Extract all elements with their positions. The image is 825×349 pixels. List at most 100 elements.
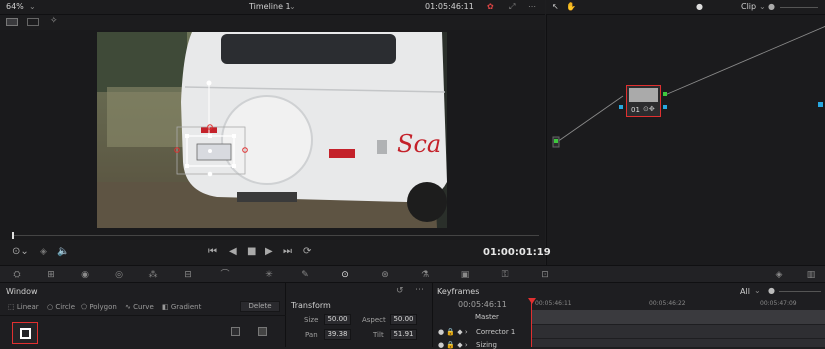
rgb-mixer-icon[interactable]: ⊟ [181, 269, 195, 281]
filter-chevron-icon[interactable]: ⌄ [754, 286, 761, 295]
size-field[interactable]: 50.00 [324, 314, 351, 325]
node-editor[interactable]: 01 ⊙✥ [546, 15, 825, 265]
corrector-track-lane[interactable] [531, 325, 825, 338]
corrector-node[interactable]: 01 ⊙✥ [626, 85, 661, 117]
node-zoom-handle-icon[interactable]: ● [768, 2, 775, 11]
ruler-mark-3: 00:05:47:09 [760, 300, 797, 307]
linear-window-shape-icon [20, 328, 31, 339]
keyframe-zoom-handle-icon[interactable]: ● [768, 286, 775, 295]
stop-icon[interactable]: ■ [247, 246, 256, 257]
window-mask-toggle[interactable] [258, 327, 267, 336]
pan-label: Pan [305, 331, 318, 339]
zoom-level[interactable]: 64% [6, 2, 24, 11]
delete-button[interactable]: Delete [240, 301, 280, 312]
color-match-icon[interactable]: ⊞ [44, 269, 58, 281]
camera-raw-icon[interactable]: ⛭ [10, 269, 24, 281]
magic-mask-icon[interactable]: ⚗ [418, 269, 432, 281]
hand-tool-icon[interactable]: ✋ [566, 2, 576, 11]
node-output-key[interactable] [663, 105, 667, 109]
keyframe-playhead-marker-icon[interactable] [528, 298, 536, 304]
linear-icon: ⬚ [8, 303, 15, 311]
polygon-icon: ⬠ [81, 303, 88, 311]
gradient-window-button[interactable]: ◧ Gradient [162, 303, 201, 311]
keyframes-title: Keyframes [437, 287, 480, 296]
node-output-rgb[interactable] [663, 92, 667, 96]
transform-title: Transform [291, 301, 331, 310]
node-mode-label[interactable]: Clip [741, 2, 756, 11]
gallery-icon[interactable] [27, 18, 39, 26]
power-window-overlay[interactable] [97, 32, 447, 228]
sizing-icon[interactable]: ⊡ [538, 269, 552, 281]
primaries-icon[interactable]: ◎ [112, 269, 126, 281]
pointer-tool-icon[interactable]: ↖ [552, 2, 559, 11]
window-invert-toggle[interactable] [231, 327, 240, 336]
circle-window-button[interactable]: ○ Circle [47, 303, 75, 311]
audio-icon[interactable]: 🔈 [57, 246, 69, 257]
scopes-icon[interactable]: ▥ [804, 269, 818, 281]
window-overlay-icon[interactable]: ⊙⌄ [12, 246, 29, 257]
gradient-icon: ◧ [162, 303, 169, 311]
aspect-field[interactable]: 50.00 [390, 314, 417, 325]
playhead-timecode: 01:00:01:19 [483, 247, 551, 258]
blur-icon[interactable]: ▣ [458, 269, 472, 281]
curve-icon: ∿ [125, 303, 131, 311]
keyframes-filter[interactable]: All [740, 287, 750, 296]
reset-icon[interactable]: ↺ [396, 286, 404, 296]
play-reverse-icon[interactable]: ◀ [229, 246, 237, 257]
keyframe-zoom-slider[interactable] [779, 291, 821, 292]
color-warper-icon[interactable]: ✳ [262, 269, 276, 281]
layers-icon[interactable]: ◈ [40, 247, 47, 257]
timeline-chevron-icon[interactable]: ⌄ [289, 2, 296, 11]
output-key-port[interactable] [818, 102, 823, 107]
keyframe-playhead[interactable] [531, 300, 532, 347]
window-list-item[interactable] [12, 322, 38, 344]
split-screen-icon[interactable] [6, 18, 18, 26]
highlight-icon[interactable]: ✧ [50, 16, 58, 26]
viewer-subtoolbar: ✧ [0, 15, 545, 30]
node-input-key[interactable] [619, 105, 623, 109]
sizing-track-lane[interactable] [531, 339, 825, 347]
color-wheel-icon[interactable]: ✿ [487, 2, 494, 11]
loop-icon[interactable]: ⟳ [303, 246, 311, 257]
fullscreen-icon[interactable]: ⤢ [509, 2, 515, 12]
color-wheels-icon[interactable]: ◉ [78, 269, 92, 281]
3d-icon[interactable]: ◈ [772, 269, 786, 281]
master-track-lane[interactable] [531, 310, 825, 324]
transport-bar: ⊙⌄ ◈ 🔈 ⏮ ◀ ■ ▶ ⏭ ⟳ 01:00:01:19 [0, 232, 551, 265]
curves-icon[interactable]: ⌒ [218, 269, 232, 281]
mode-chevron-icon[interactable]: ⌄ [759, 2, 766, 11]
play-icon[interactable]: ▶ [265, 246, 273, 257]
window-tool-icon[interactable]: ⊙ [338, 269, 352, 281]
palette-bar: ⛭ ⊞ ◉ ◎ ⁂ ⊟ ⌒ ✳ ✎ ⊙ ⊛ ⚗ ▣ ⚿ ⊡ ◈ ▥ [0, 265, 825, 283]
tilt-field[interactable]: 51.91 [390, 329, 417, 340]
node-dot-icon: ● [696, 2, 703, 11]
window-more-options-icon[interactable]: ⋯ [415, 285, 424, 295]
keyframe-current-timecode: 00:05:46:11 [458, 300, 507, 309]
node-window-icon: ⊙✥ [643, 105, 655, 113]
polygon-window-button[interactable]: ⬠ Polygon [81, 303, 117, 311]
skip-end-icon[interactable]: ⏭ [283, 246, 292, 257]
top-timecode: 01:05:46:11 [425, 2, 474, 11]
tracker-icon[interactable]: ⊛ [378, 269, 392, 281]
track-sizing: Sizing [476, 341, 497, 349]
scrubber-track[interactable] [13, 235, 539, 236]
linear-window-button[interactable]: ⬚ Linear [8, 303, 39, 311]
node-editor-toolbar: ↖ ✋ ● Clip ⌄ ● [546, 0, 825, 15]
zoom-chevron-icon[interactable]: ⌄ [29, 2, 36, 11]
transform-panel: Transform Size 50.00 Aspect 50.00 Pan 39… [287, 283, 433, 347]
node-thumbnail [629, 88, 658, 102]
corrector-track-controls-icon[interactable]: ● 🔒 ◆ › [438, 328, 468, 336]
sizing-track-controls-icon[interactable]: ● 🔒 ◆ › [438, 341, 468, 349]
skip-start-icon[interactable]: ⏮ [208, 246, 217, 257]
scrubber-playhead[interactable] [12, 232, 14, 239]
qualifier-icon[interactable]: ✎ [298, 269, 312, 281]
window-panel: Window ⬚ Linear ○ Circle ⬠ Polygon ∿ Cur… [0, 283, 286, 347]
node-zoom-slider[interactable] [780, 7, 818, 8]
pan-field[interactable]: 39.38 [324, 329, 351, 340]
key-icon[interactable]: ⚿ [498, 269, 512, 281]
more-options-icon[interactable]: ⋯ [528, 2, 536, 11]
curve-window-button[interactable]: ∿ Curve [125, 303, 154, 311]
hdr-icon[interactable]: ⁂ [146, 269, 160, 281]
timeline-title[interactable]: Timeline 1 [249, 2, 291, 11]
video-frame[interactable]: Sca [97, 32, 447, 228]
